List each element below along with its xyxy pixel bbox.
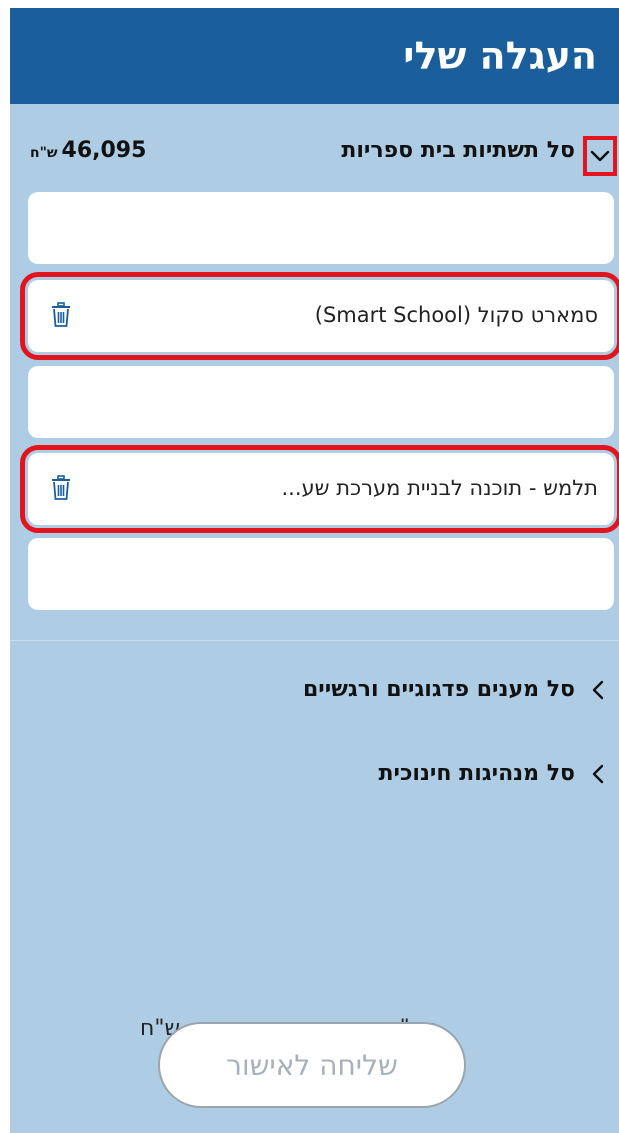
basket-item-label: תלמש - תוכנה לבניית מערכת שע... [281,476,599,500]
basket-title: סל תשתיות בית ספריות [341,138,575,163]
cart-header: העגלה שלי [10,8,619,104]
chevron-left-icon [592,764,604,784]
top-strip [0,0,619,8]
basket-item[interactable]: סמארט סקול (Smart School) [20,272,619,360]
chevron-down-icon [590,150,610,162]
basket-item[interactable] [28,192,614,264]
basket-total-value: 46,095 [61,138,147,163]
basket-total-currency: ש"ח [30,145,58,161]
category-pedagogical[interactable]: סל מענים פדגוגיים ורגשיים [10,670,619,710]
submit-for-approval-button[interactable]: שליחה לאישור [158,1022,466,1108]
basket-header[interactable]: סל תשתיות בית ספריות 46,095ש"ח [10,104,619,176]
category-label: סל מנהיגות חינוכית [378,761,575,786]
basket-total: 46,095ש"ח [30,134,146,170]
basket-item-label: סמארט סקול (Smart School) [314,303,598,327]
cart-panel: סל תשתיות בית ספריות 46,095ש"ח סמארט סקו… [10,104,619,1133]
category-label: סל מענים פדגוגיים ורגשיים [302,677,575,702]
basket-item[interactable] [28,366,614,438]
basket-item[interactable] [28,538,614,610]
trash-icon[interactable] [50,302,72,328]
trash-icon[interactable] [50,475,72,501]
expand-toggle[interactable] [583,136,617,176]
section-divider [10,640,619,641]
page-title: העגלה שלי [403,34,597,78]
basket-item[interactable]: תלמש - תוכנה לבניית מערכת שע... [20,445,619,533]
category-leadership[interactable]: סל מנהיגות חינוכית [10,754,619,794]
chevron-left-icon [592,680,604,700]
